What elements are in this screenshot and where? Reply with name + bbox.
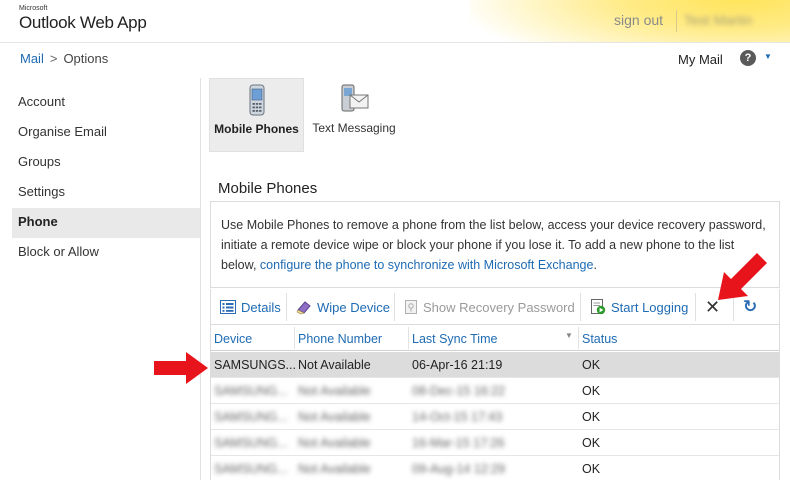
table-row[interactable]: SAMSUNG... Not Available 09-Aug-14 12:29…: [211, 456, 779, 480]
nav-item-organise-email[interactable]: Organise Email: [12, 118, 200, 148]
header-divider-line: [0, 42, 790, 43]
nav-item-phone[interactable]: Phone: [12, 208, 200, 238]
cell-phone-number: Not Available: [298, 436, 371, 450]
cell-last-sync: 14-Oct-15 17:43: [412, 410, 503, 424]
text-messaging-icon: [341, 84, 369, 112]
toolbar-divider: [580, 293, 581, 321]
cell-phone-number: Not Available: [298, 410, 371, 424]
toolbar-divider: [286, 293, 287, 321]
show-recovery-password-label: Show Recovery Password: [423, 299, 575, 315]
sign-out-link[interactable]: sign out: [614, 12, 663, 28]
section-title: Mobile Phones: [218, 180, 318, 197]
chevron-down-icon[interactable]: ▼: [764, 52, 772, 61]
tab-mobile-phones-label: Mobile Phones: [214, 122, 299, 136]
outlook-logo[interactable]: Microsoft Outlook Web App: [19, 5, 147, 33]
my-mail-link[interactable]: My Mail: [678, 52, 723, 67]
breadcrumb-mail-link[interactable]: Mail: [20, 51, 44, 66]
wipe-device-icon: [296, 301, 311, 315]
table-row[interactable]: SAMSUNGS... Not Available 06-Apr-16 21:1…: [211, 352, 779, 378]
table-row[interactable]: SAMSUNG... Not Available 08-Dec-15 16:22…: [211, 378, 779, 404]
start-logging-label: Start Logging: [611, 299, 689, 315]
column-header-last-sync-time[interactable]: Last Sync Time: [409, 325, 579, 351]
sort-descending-icon[interactable]: ▼: [565, 331, 573, 340]
cell-device: SAMSUNG...: [214, 462, 288, 476]
wipe-device-label: Wipe Device: [317, 299, 390, 315]
chevron-right-icon: >: [49, 51, 58, 66]
app-header: Microsoft Outlook Web App sign out Test …: [0, 0, 790, 42]
cell-last-sync: 09-Aug-14 12:29: [412, 462, 506, 476]
logo-microsoft-text: Microsoft: [19, 5, 48, 12]
devices-table: Device Phone Number Last Sync Time ▼ Sta…: [210, 325, 780, 480]
details-button[interactable]: Details: [220, 289, 281, 325]
nav-item-settings[interactable]: Settings: [12, 178, 200, 208]
table-row[interactable]: SAMSUNG... Not Available 16-Mar-15 17:26…: [211, 430, 779, 456]
cell-status: OK: [582, 462, 601, 476]
tab-text-messaging-label: Text Messaging: [312, 121, 396, 135]
configure-phone-link[interactable]: configure the phone to synchronize with …: [260, 258, 594, 272]
details-label: Details: [241, 299, 281, 315]
cell-device: SAMSUNG...: [214, 410, 288, 424]
start-logging-button[interactable]: Start Logging: [590, 289, 688, 325]
description-text: Use Mobile Phones to remove a phone from…: [221, 215, 773, 275]
recovery-password-icon: [405, 300, 417, 314]
tab-text-messaging[interactable]: Text Messaging: [306, 78, 402, 152]
cell-status: OK: [582, 358, 601, 372]
header-divider: [676, 10, 677, 32]
cell-phone-number: Not Available: [298, 384, 371, 398]
nav-divider: [200, 78, 201, 480]
cell-status: OK: [582, 436, 601, 450]
cell-status: OK: [582, 410, 601, 424]
cell-phone-number: Not Available: [298, 462, 371, 476]
nav-item-groups[interactable]: Groups: [12, 148, 200, 178]
mobile-phone-icon: [249, 84, 264, 116]
cell-phone-number: Not Available: [298, 358, 371, 372]
user-name[interactable]: Test Martin: [684, 12, 752, 28]
description-box: Use Mobile Phones to remove a phone from…: [210, 201, 780, 288]
cell-device: SAMSUNG...: [214, 384, 288, 398]
cell-last-sync: 06-Apr-16 21:19: [412, 358, 503, 372]
breadcrumb: Mail > Options: [20, 51, 108, 66]
nav-item-account[interactable]: Account: [12, 88, 200, 118]
column-header-phone-number[interactable]: Phone Number: [295, 325, 409, 351]
cell-device: SAMSUNGS...: [214, 358, 295, 372]
phone-toolbar: Details Wipe Device Show Recovery Passwo…: [210, 289, 780, 325]
toolbar-divider: [695, 293, 696, 321]
help-icon[interactable]: ?: [740, 50, 756, 66]
cell-last-sync: 08-Dec-15 16:22: [412, 384, 506, 398]
column-header-status[interactable]: Status: [579, 325, 779, 351]
nav-item-block-or-allow[interactable]: Block or Allow: [12, 238, 200, 268]
toolbar-divider: [394, 293, 395, 321]
table-row[interactable]: SAMSUNG... Not Available 14-Oct-15 17:43…: [211, 404, 779, 430]
tab-mobile-phones[interactable]: Mobile Phones: [209, 78, 304, 152]
cell-device: SAMSUNG...: [214, 436, 288, 450]
options-nav: Account Organise Email Groups Settings P…: [12, 88, 200, 268]
start-logging-icon: [591, 299, 606, 315]
wipe-device-button[interactable]: Wipe Device: [296, 289, 390, 325]
details-icon: [220, 300, 236, 314]
breadcrumb-current: Options: [63, 51, 109, 66]
description-end: .: [593, 258, 597, 272]
annotation-arrow-down-left-icon: [718, 253, 767, 300]
annotation-arrow-right-icon: [154, 352, 208, 384]
cell-last-sync: 16-Mar-15 17:26: [412, 436, 505, 450]
show-recovery-password-button[interactable]: Show Recovery Password: [404, 289, 575, 325]
logo-app-name: Outlook Web App: [19, 13, 147, 32]
table-header: Device Phone Number Last Sync Time ▼ Sta…: [211, 325, 779, 351]
column-header-device[interactable]: Device: [211, 325, 295, 351]
cell-status: OK: [582, 384, 601, 398]
